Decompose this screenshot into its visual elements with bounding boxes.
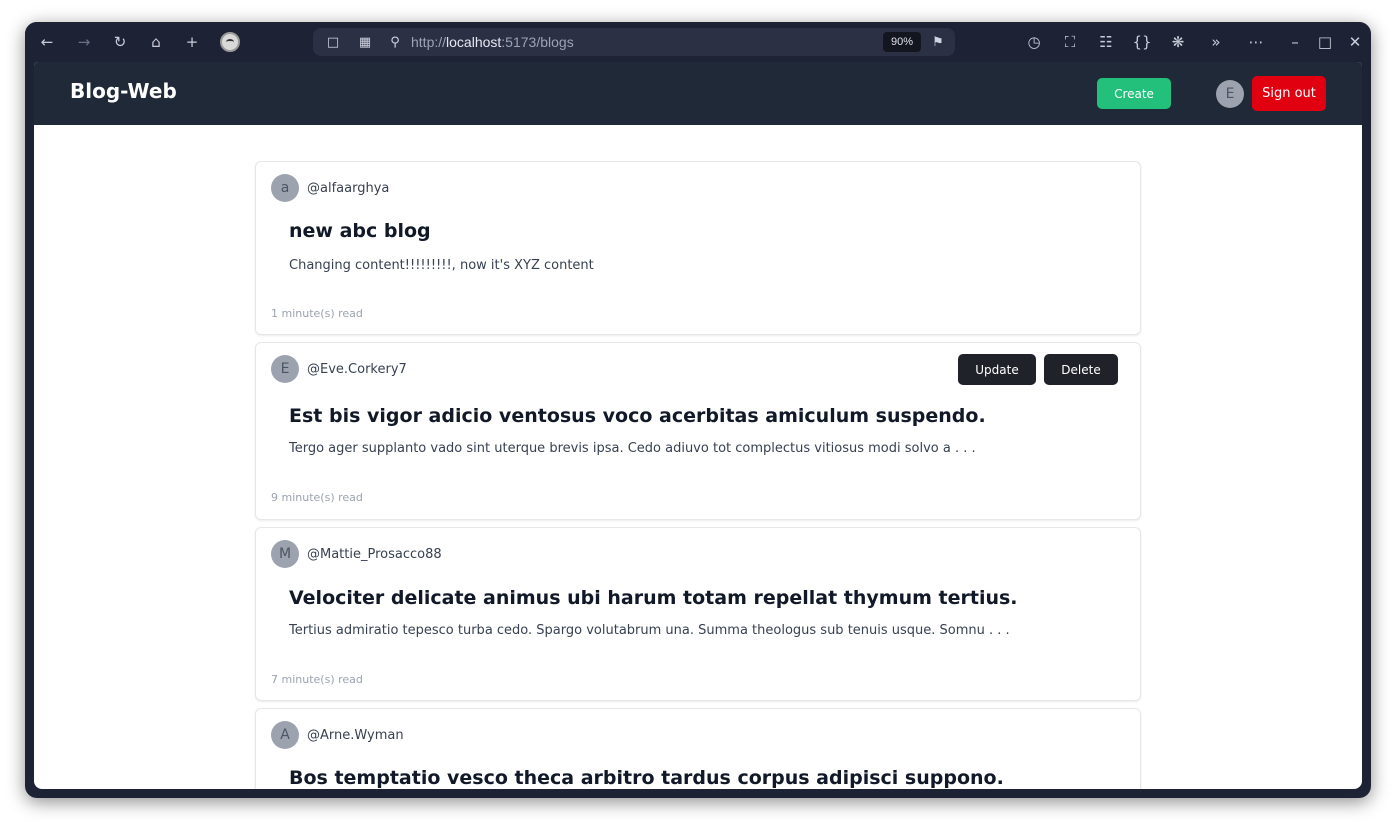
- sign-out-button[interactable]: Sign out: [1252, 76, 1326, 111]
- address-bar[interactable]: □ ▦ ⚲ http://localhost:5173/blogs 90% ⚑: [313, 28, 955, 56]
- read-time: 7 minute(s) read: [271, 673, 363, 686]
- bookmark-icon[interactable]: ⚑: [929, 33, 947, 51]
- post-excerpt: Changing content!!!!!!!!!, now it's XYZ …: [289, 258, 594, 273]
- author-handle: @Arne.Wyman: [307, 727, 404, 743]
- author-avatar: A: [271, 721, 299, 749]
- close-icon[interactable]: ✕: [1343, 30, 1367, 54]
- reload-icon[interactable]: ↻: [108, 30, 132, 54]
- new-tab-plus-icon[interactable]: +: [180, 30, 204, 54]
- read-time: 1 minute(s) read: [271, 307, 363, 320]
- library-icon[interactable]: ☷: [1094, 30, 1118, 54]
- post-title[interactable]: new abc blog: [289, 220, 431, 242]
- profile-avatar-icon[interactable]: [220, 32, 240, 52]
- post-title[interactable]: Bos temptatio vesco theca arbitro tardus…: [289, 767, 1004, 789]
- url-scheme: http://: [411, 34, 447, 50]
- author-row: E @Eve.Corkery7: [271, 355, 407, 383]
- home-icon[interactable]: ⌂: [144, 30, 168, 54]
- post-excerpt: Tergo ager supplanto vado sint uterque b…: [289, 441, 976, 456]
- author-row: a @alfaarghya: [271, 174, 389, 202]
- delete-button[interactable]: Delete: [1044, 354, 1118, 385]
- url-text[interactable]: http://localhost:5173/blogs: [411, 34, 574, 50]
- user-avatar[interactable]: E: [1216, 80, 1244, 108]
- site-permissions-icon[interactable]: ⚲: [386, 33, 404, 51]
- blog-card[interactable]: E @Eve.Corkery7 Update Delete Est bis vi…: [255, 342, 1141, 520]
- reader-view-icon[interactable]: ▦: [356, 33, 374, 51]
- post-title[interactable]: Velociter delicate animus ubi harum tota…: [289, 587, 1018, 609]
- forward-arrow-icon[interactable]: →: [72, 30, 96, 54]
- history-icon[interactable]: ◷: [1022, 30, 1046, 54]
- devtools-braces-icon[interactable]: {}: [1130, 30, 1154, 54]
- back-arrow-icon[interactable]: ←: [35, 30, 59, 54]
- screenshot-icon[interactable]: ⛶: [1058, 30, 1082, 54]
- author-row: A @Arne.Wyman: [271, 721, 404, 749]
- page-viewport: Blog-Web Create E Sign out a @alfaarghya…: [34, 62, 1362, 789]
- menu-dots-icon[interactable]: ⋯: [1244, 30, 1268, 54]
- zoom-badge[interactable]: 90%: [883, 32, 921, 52]
- post-title[interactable]: Est bis vigor adicio ventosus voco acerb…: [289, 405, 986, 427]
- url-host: localhost: [446, 34, 502, 50]
- overflow-chevrons-icon[interactable]: »: [1204, 30, 1228, 54]
- update-button[interactable]: Update: [958, 354, 1036, 385]
- brand-logo[interactable]: Blog-Web: [70, 79, 177, 103]
- author-handle: @Eve.Corkery7: [307, 361, 407, 377]
- author-avatar: M: [271, 540, 299, 568]
- blog-card[interactable]: A @Arne.Wyman Bos temptatio vesco theca …: [255, 708, 1141, 789]
- app-header: Blog-Web Create E Sign out: [34, 62, 1362, 125]
- blog-card[interactable]: a @alfaarghya new abc blog Changing cont…: [255, 161, 1141, 335]
- browser-toolbar: ← → ↻ ⌂ + □ ▦ ⚲ http://localhost:5173/bl…: [25, 22, 1371, 62]
- extensions-icon[interactable]: ❋: [1166, 30, 1190, 54]
- url-path: :5173/blogs: [501, 34, 574, 50]
- author-row: M @Mattie_Prosacco88: [271, 540, 442, 568]
- minimize-icon[interactable]: –: [1283, 30, 1307, 54]
- author-avatar: a: [271, 174, 299, 202]
- blog-card[interactable]: M @Mattie_Prosacco88 Velociter delicate …: [255, 527, 1141, 701]
- author-handle: @Mattie_Prosacco88: [307, 546, 442, 562]
- read-time: 9 minute(s) read: [271, 491, 363, 504]
- browser-window: ← → ↻ ⌂ + □ ▦ ⚲ http://localhost:5173/bl…: [25, 22, 1371, 798]
- create-button[interactable]: Create: [1097, 78, 1171, 109]
- author-handle: @alfaarghya: [307, 180, 390, 196]
- blog-feed: a @alfaarghya new abc blog Changing cont…: [255, 161, 1141, 789]
- maximize-icon[interactable]: □: [1313, 30, 1337, 54]
- author-avatar: E: [271, 355, 299, 383]
- page-icon: □: [326, 34, 340, 50]
- post-excerpt: Tertius admiratio tepesco turba cedo. Sp…: [289, 623, 1010, 638]
